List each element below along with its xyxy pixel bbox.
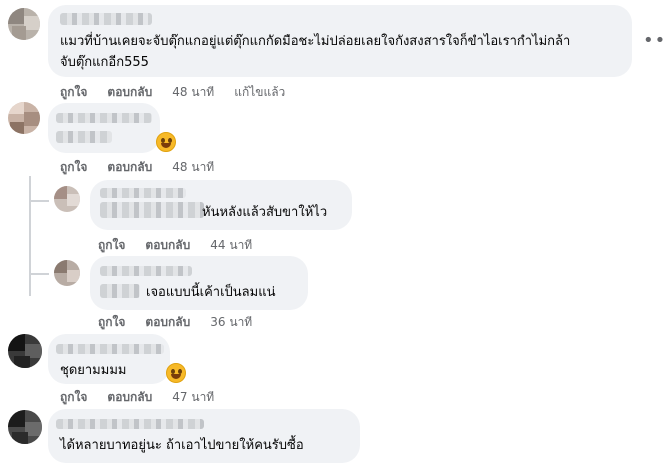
comment-bubble: หันหลังแล้วสับขาให้ไว: [90, 180, 352, 230]
avatar[interactable]: [8, 334, 42, 368]
like-link[interactable]: ถูกใจ: [98, 313, 125, 332]
reply-link[interactable]: ตอบกลับ: [107, 388, 152, 407]
comment-bubble: [48, 103, 160, 153]
comment-text: จับตุ๊กแกอีก555: [60, 55, 149, 70]
comment-text: แมวที่บ้านเคยจะจับตุ๊กแกอยู่แต่ตุ๊กแกกัด…: [60, 34, 571, 49]
commenter-name-redacted: [100, 284, 140, 298]
like-link[interactable]: ถูกใจ: [60, 388, 87, 407]
commenter-name-redacted[interactable]: [100, 266, 192, 276]
timestamp[interactable]: 36 นาที: [210, 313, 252, 332]
more-horizontal-icon[interactable]: •••: [643, 32, 667, 50]
like-link[interactable]: ถูกใจ: [60, 158, 87, 177]
commenter-name-redacted[interactable]: [56, 419, 204, 429]
comment-actions: ถูกใจ ตอบกลับ 48 นาที: [60, 158, 214, 177]
comment-actions: ถูกใจ ตอบกลับ 44 นาที: [98, 236, 252, 255]
timestamp[interactable]: 48 นาที: [172, 158, 214, 177]
comment-bubble: แมวที่บ้านเคยจะจับตุ๊กแกอยู่แต่ตุ๊กแกกัด…: [48, 5, 632, 77]
comment-text: เจอแบบนี้เค้าเป็นลมแน่: [146, 285, 276, 300]
comment-text: ชุดยามมมม: [60, 363, 127, 378]
avatar[interactable]: [54, 186, 80, 212]
avatar[interactable]: [8, 410, 42, 444]
edited-label: แก้ไขแล้ว: [234, 85, 286, 99]
commenter-name-redacted[interactable]: [56, 113, 152, 123]
comment-actions: ถูกใจ ตอบกลับ 36 นาที: [98, 313, 252, 332]
laughing-emoji-icon: [166, 363, 186, 383]
timestamp[interactable]: 44 นาที: [210, 236, 252, 255]
reply-link[interactable]: ตอบกลับ: [145, 313, 190, 332]
comment-bubble: ได้หลายบาทอยู่นะ ถ้าเอาไปขายให้คนรับซื้อ: [48, 409, 360, 463]
avatar[interactable]: [8, 8, 40, 40]
avatar[interactable]: [54, 260, 80, 286]
thread-line: [29, 273, 49, 275]
commenter-name-redacted[interactable]: [100, 188, 186, 198]
like-link[interactable]: ถูกใจ: [98, 236, 125, 255]
comment-bubble: เจอแบบนี้เค้าเป็นลมแน่: [90, 256, 308, 310]
commenter-name-redacted[interactable]: [60, 13, 152, 25]
thread-line: [29, 176, 31, 296]
reply-link[interactable]: ตอบกลับ: [107, 83, 152, 102]
comment-text-redacted: [56, 131, 112, 143]
comment-text: หันหลังแล้วสับขาให้ไว: [202, 205, 328, 220]
timestamp[interactable]: 47 นาที: [172, 388, 214, 407]
commenter-name-redacted[interactable]: [56, 344, 164, 354]
comment-actions: ถูกใจ ตอบกลับ 48 นาที แก้ไขแล้ว: [60, 83, 285, 102]
avatar[interactable]: [8, 102, 40, 134]
comment-bubble: ชุดยามมมม: [48, 334, 170, 384]
comment-text: ได้หลายบาทอยู่นะ ถ้าเอาไปขายให้คนรับซื้อ: [60, 438, 304, 453]
laughing-emoji-icon: [156, 132, 176, 152]
commenter-name-redacted: [100, 202, 204, 218]
timestamp[interactable]: 48 นาที: [172, 83, 214, 102]
reply-link[interactable]: ตอบกลับ: [145, 236, 190, 255]
thread-line: [29, 200, 49, 202]
reply-link[interactable]: ตอบกลับ: [107, 158, 152, 177]
comment-actions: ถูกใจ ตอบกลับ 47 นาที: [60, 388, 214, 407]
like-link[interactable]: ถูกใจ: [60, 83, 87, 102]
